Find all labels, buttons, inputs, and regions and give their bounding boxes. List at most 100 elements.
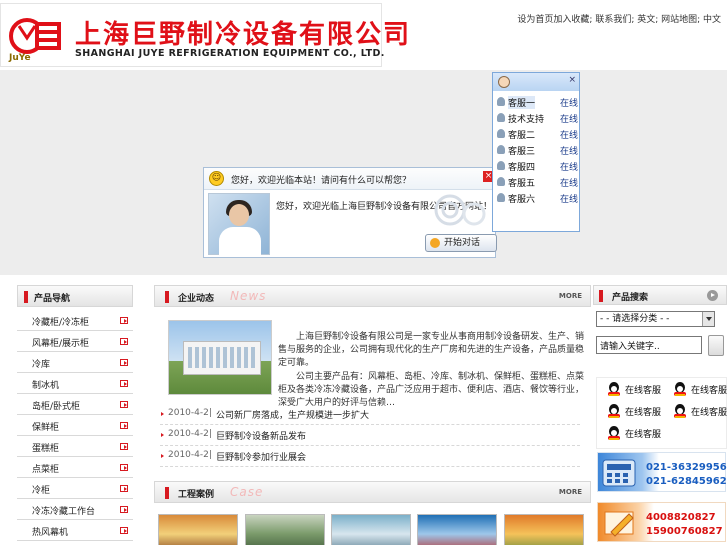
- news-section-title-en: News: [230, 289, 267, 303]
- service-staff-row[interactable]: 客服一 在线: [493, 94, 579, 110]
- qq-contact[interactable]: 在线客服: [607, 402, 667, 420]
- staff-status: 在线: [560, 195, 579, 205]
- person-icon: [497, 129, 505, 138]
- service-staff-row[interactable]: 客服四 在线: [493, 158, 579, 174]
- cases-more-link[interactable]: MORE: [559, 488, 582, 496]
- swirl-decoration-icon: [434, 194, 486, 226]
- case-image[interactable]: [417, 514, 497, 545]
- qq-contact[interactable]: 在线客服: [607, 424, 667, 442]
- news-section-title: 企业动态: [178, 294, 215, 304]
- service-staff-row[interactable]: 客服二 在线: [493, 126, 579, 142]
- service-staff-row[interactable]: 客服五 在线: [493, 174, 579, 190]
- product-nav-title: 产品导航: [34, 294, 71, 304]
- arrow-right-icon: [120, 359, 128, 366]
- site-header: JuYe 上海巨野制冷设备有限公司 SHANGHAI JUYE REFRIGER…: [0, 0, 727, 70]
- qq-contact-label: 在线客服: [625, 408, 662, 418]
- calculator-phone-icon: [602, 459, 636, 487]
- news-list: 2010-4-2| 公司新厂房落成，生产规模进一步扩大 2010-4-2| 巨野制冷…: [160, 404, 580, 467]
- close-icon[interactable]: ×: [568, 75, 576, 85]
- person-icon: [497, 177, 505, 186]
- person-icon: [497, 97, 505, 106]
- service-staff-row[interactable]: 客服六 在线: [493, 190, 579, 206]
- hotline-number: 15900760827: [646, 526, 723, 537]
- qq-penguin-icon: [673, 404, 687, 418]
- case-image[interactable]: [504, 514, 584, 545]
- nav-item[interactable]: 冷柜: [17, 478, 133, 499]
- staff-name: 客服五: [508, 179, 536, 189]
- news-list-item[interactable]: 2010-4-2| 巨野制冷参加行业展会: [160, 446, 580, 467]
- person-icon: [497, 145, 505, 154]
- company-building-image[interactable]: [168, 320, 272, 395]
- qq-penguin-icon: [673, 382, 687, 396]
- qq-penguin-icon: [607, 426, 621, 440]
- nav-item[interactable]: 岛柜/卧式柜: [17, 394, 133, 415]
- chevron-down-icon[interactable]: [702, 312, 714, 326]
- hotline-number: 4008820827: [646, 512, 716, 523]
- nav-item[interactable]: 风幕柜/展示柜: [17, 331, 133, 352]
- staff-status: 在线: [560, 99, 579, 109]
- news-title[interactable]: 公司新厂房落成，生产规模进一步扩大: [216, 408, 369, 421]
- staff-name: 客服三: [508, 147, 536, 157]
- nav-item[interactable]: 冷冻冷藏工作台: [17, 499, 133, 520]
- staff-name: 客服六: [508, 195, 536, 205]
- service-staff-row[interactable]: 客服三 在线: [493, 142, 579, 158]
- news-title[interactable]: 巨野制冷设备新品发布: [216, 429, 306, 442]
- nav-item-label: 冷库: [32, 360, 51, 370]
- service-staff-row[interactable]: 技术支持 在线: [493, 110, 579, 126]
- cases-section: 工程案例 Case MORE: [154, 481, 591, 503]
- search-button[interactable]: [708, 335, 724, 356]
- cases-section-title-en: Case: [230, 485, 264, 499]
- online-service-panel: × 客服一 在线 技术支持 在线 客服二 在线 客服三 在线 客服四 在线 客服…: [492, 72, 580, 232]
- agent-photo: [208, 193, 270, 256]
- nav-item[interactable]: 冷库: [17, 352, 133, 373]
- nav-item[interactable]: 点菜柜: [17, 457, 133, 478]
- nav-item-label: 冷冻冷藏工作台: [32, 507, 96, 517]
- news-section-header: 企业动态 News MORE: [154, 285, 591, 307]
- section-marker-icon: [165, 291, 169, 303]
- staff-status: 在线: [560, 147, 579, 157]
- news-title[interactable]: 巨野制冷参加行业展会: [216, 450, 306, 463]
- smiley-icon: ☺: [209, 171, 224, 186]
- news-list-item[interactable]: 2010-4-2| 巨野制冷设备新品发布: [160, 425, 580, 446]
- nav-item-label: 冷藏柜/冷冻柜: [32, 318, 90, 328]
- company-intro-paragraph: 上海巨野制冷设备有限公司是一家专业从事商用制冷设备研发、生产、销售与服务的企业，…: [278, 332, 585, 368]
- nav-item[interactable]: 保鲜柜: [17, 415, 133, 436]
- case-image[interactable]: [245, 514, 325, 545]
- nav-item-label: 点菜柜: [32, 465, 60, 475]
- company-logo[interactable]: JuYe 上海巨野制冷设备有限公司 SHANGHAI JUYE REFRIGER…: [0, 3, 409, 67]
- avatar-icon: [498, 76, 510, 88]
- cases-section-header: 工程案例 Case MORE: [154, 481, 591, 503]
- play-icon[interactable]: [707, 290, 718, 301]
- qq-contact[interactable]: 在线客服: [673, 380, 727, 398]
- phone-number: 021-62845962: [646, 476, 727, 487]
- phone-number: 021-36329956: [646, 462, 727, 473]
- qq-penguin-icon: [607, 382, 621, 396]
- news-more-link[interactable]: MORE: [559, 292, 582, 300]
- staff-status: 在线: [560, 179, 579, 189]
- nav-item[interactable]: 热风幕机: [17, 520, 133, 541]
- news-date: 2010-4-2|: [168, 450, 212, 460]
- nav-item[interactable]: 蛋糕柜: [17, 436, 133, 457]
- qq-contact[interactable]: 在线客服: [673, 402, 727, 420]
- start-chat-button[interactable]: 开始对话: [425, 234, 497, 252]
- header-links[interactable]: 设为首页加入收藏; 联系我们; 英文; 网站地图; 中文: [517, 12, 721, 25]
- company-intro: 上海巨野制冷设备有限公司是一家专业从事商用制冷设备研发、生产、销售与服务的企业，…: [278, 331, 584, 411]
- arrow-right-icon: [120, 506, 128, 513]
- nav-item[interactable]: 制冰机: [17, 373, 133, 394]
- news-list-item[interactable]: 2010-4-2| 公司新厂房落成，生产规模进一步扩大: [160, 404, 580, 425]
- logo-english-name: SHANGHAI JUYE REFRIGERATION EQUIPMENT CO…: [75, 48, 385, 59]
- category-select[interactable]: - - 请选择分类 - -: [596, 311, 715, 327]
- case-image[interactable]: [158, 514, 238, 545]
- arrow-icon: [430, 238, 440, 248]
- case-image[interactable]: [331, 514, 411, 545]
- right-sidebar: 产品搜索 - - 请选择分类 - - 在线客服 在线客服 在线客服 在线客服 在…: [593, 285, 727, 542]
- bullet-icon: [161, 412, 164, 416]
- nav-item[interactable]: 冷藏柜/冷冻柜: [17, 310, 133, 331]
- person-icon: [497, 113, 505, 122]
- section-marker-icon: [165, 487, 169, 499]
- qq-contact-label: 在线客服: [625, 386, 662, 396]
- search-input[interactable]: [596, 336, 702, 354]
- qq-contact[interactable]: 在线客服: [607, 380, 667, 398]
- news-date: 2010-4-2|: [168, 408, 212, 418]
- start-chat-label: 开始对话: [444, 238, 481, 248]
